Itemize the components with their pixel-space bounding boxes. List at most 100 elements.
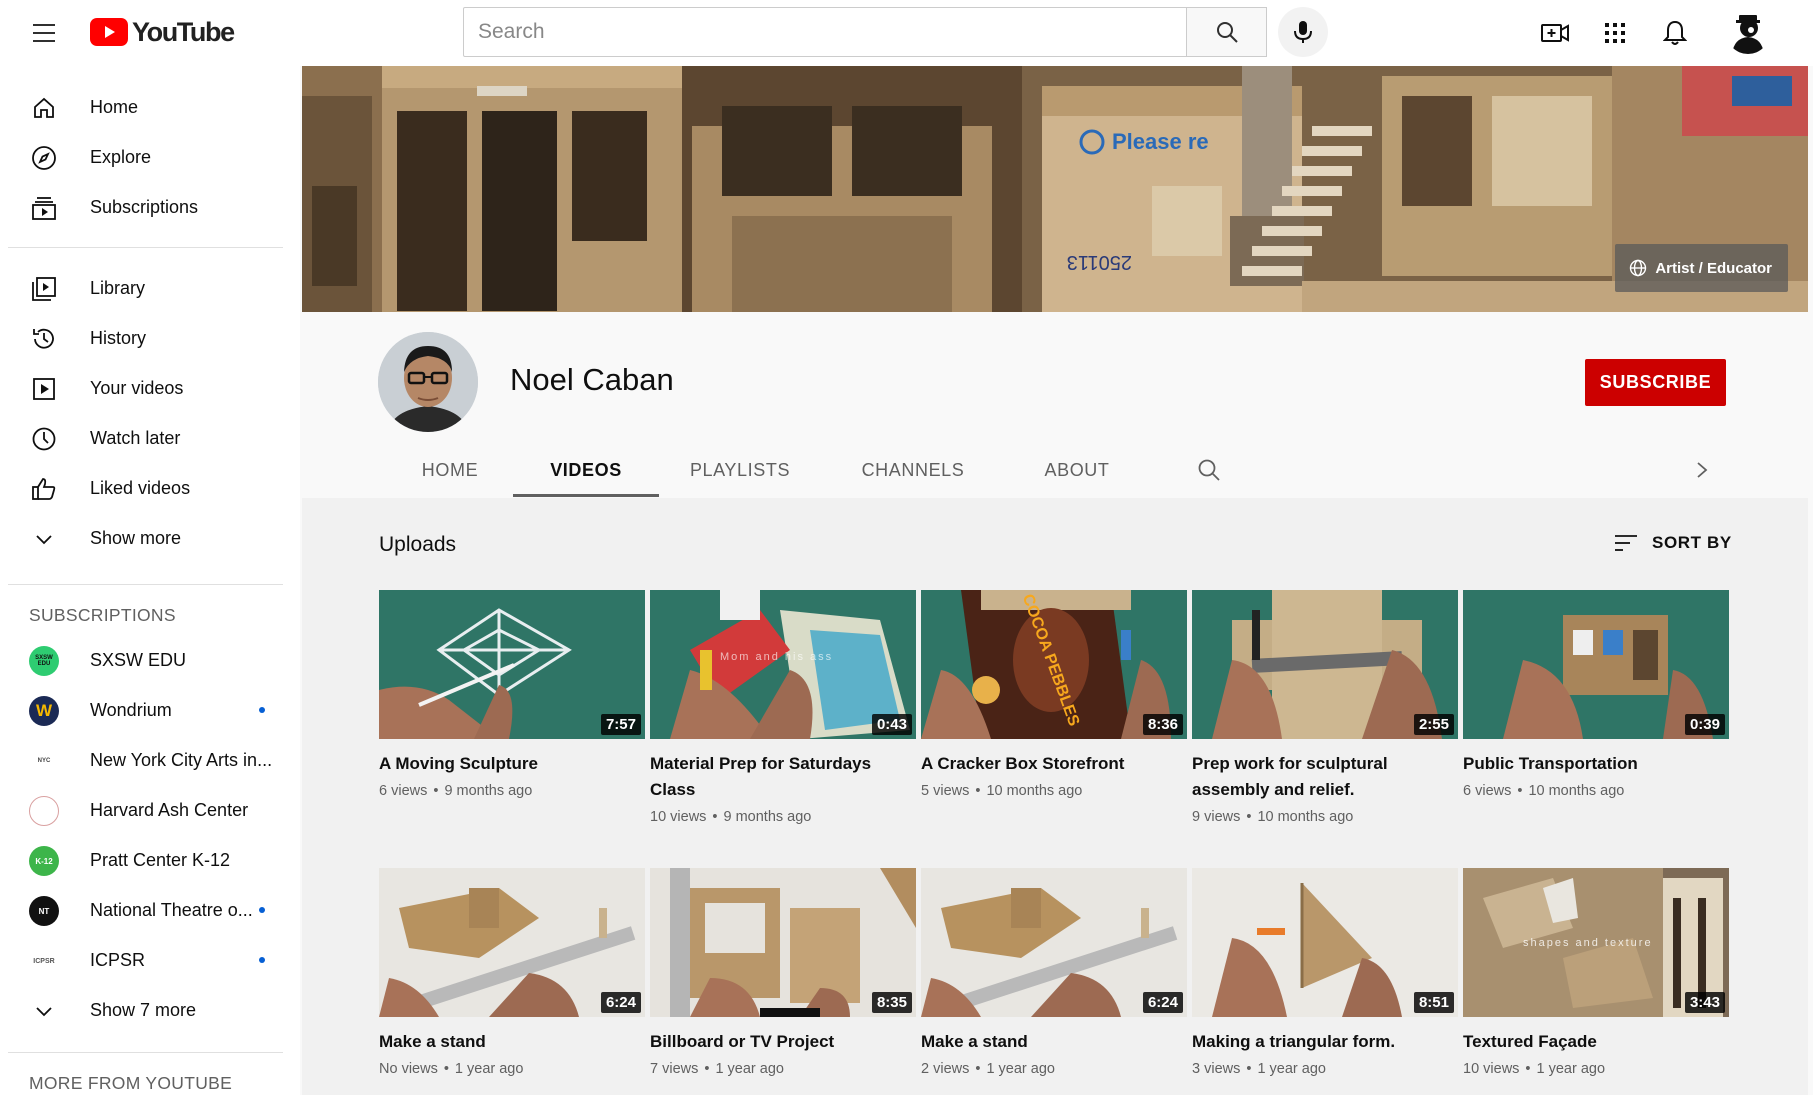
sidebar-item-your-videos[interactable]: Your videos (0, 363, 300, 413)
video-views: 6 views (1463, 783, 1512, 799)
uploads-heading[interactable]: Uploads (379, 533, 456, 557)
top-bar: YouTube (0, 0, 1813, 66)
sidebar-item-label: Home (90, 96, 139, 117)
youtube-logo[interactable]: YouTube (90, 16, 235, 48)
video-thumbnail[interactable]: 0:39 (1463, 590, 1729, 739)
tabs-scroll-right-button[interactable] (1685, 453, 1719, 487)
subscription-item[interactable]: Harvard Ash Center (0, 785, 300, 835)
video-thumbnail[interactable]: Mom and his ass 0:43 (650, 590, 916, 739)
sidebar-item-subscriptions[interactable]: Subscriptions (0, 182, 300, 232)
video-views: 2 views (921, 1061, 970, 1077)
channel-search-button[interactable] (1193, 454, 1225, 486)
chevron-down-icon (30, 525, 58, 553)
tab-videos[interactable]: VIDEOS (513, 444, 659, 496)
video-thumbnail[interactable]: COCOA PEBBLES 8:36 (921, 590, 1187, 739)
video-title[interactable]: Textured Façade (1463, 1029, 1713, 1055)
sidebar-item-library[interactable]: Library (0, 263, 300, 313)
sidebar-item-label: Your videos (90, 377, 184, 398)
video-card[interactable]: 6:24 Make a stand 2 views • 1 year ago (921, 868, 1187, 1077)
video-meta: 6 views • 9 months ago (379, 783, 533, 799)
sidebar-item-home[interactable]: Home (0, 82, 300, 132)
search-button[interactable] (1187, 7, 1267, 57)
video-title[interactable]: A Cracker Box Storefront (921, 751, 1171, 777)
search-input[interactable] (464, 8, 1186, 56)
video-card[interactable]: 8:51 Making a triangular form. 3 views • 1… (1192, 868, 1458, 1077)
video-card[interactable]: COCOA PEBBLES 8:36 A Cracker Box Storefr… (921, 590, 1187, 799)
subscription-item[interactable]: K-12 Pratt Center K-12 (0, 835, 300, 885)
tab-about[interactable]: ABOUT (1012, 444, 1142, 496)
sidebar-item-label: Subscriptions (90, 196, 199, 217)
video-card[interactable]: 2:55 Prep work for sculptural assembly a… (1192, 590, 1458, 825)
video-title[interactable]: Public Transportation (1463, 751, 1713, 777)
video-meta: 2 views • 1 year ago (921, 1061, 1055, 1077)
chevron-right-icon (1697, 462, 1708, 478)
subscription-item[interactable]: NYC New York City Arts in... (0, 735, 300, 785)
notifications-button[interactable] (1655, 13, 1695, 53)
apps-button[interactable] (1595, 13, 1635, 53)
account-avatar[interactable] (1726, 10, 1770, 54)
tab-channels[interactable]: CHANNELS (838, 444, 988, 496)
video-title[interactable]: Billboard or TV Project (650, 1029, 900, 1055)
home-icon (30, 94, 58, 122)
video-card[interactable]: Mom and his ass 0:43 Material Prep for S… (650, 590, 916, 825)
video-age: 9 months ago (723, 809, 812, 825)
subscribe-button[interactable]: SUBSCRIBE (1585, 359, 1726, 406)
channel-link-badge[interactable]: Artist / Educator (1615, 244, 1788, 292)
sidebar-item-watch-later[interactable]: Watch later (0, 413, 300, 463)
video-title[interactable]: Material Prep for Saturdays Class (650, 751, 900, 803)
video-thumbnail[interactable]: 8:51 (1192, 868, 1458, 1017)
video-thumbnail[interactable]: 7:57 (379, 590, 645, 739)
video-duration: 7:57 (600, 714, 641, 735)
video-title[interactable]: Make a stand (379, 1029, 629, 1055)
channel-avatar[interactable] (378, 332, 478, 432)
hamburger-menu-icon[interactable] (26, 15, 62, 51)
channel-avatar (29, 796, 59, 826)
video-thumbnail[interactable]: 6:24 (379, 868, 645, 1017)
sidebar-item-explore[interactable]: Explore (0, 132, 300, 182)
sidebar-item-label: Show more (90, 527, 182, 548)
sidebar-divider (8, 247, 283, 248)
active-tab-indicator (513, 494, 659, 497)
video-thumbnail[interactable]: 2:55 (1192, 590, 1458, 739)
microphone-icon (1294, 21, 1312, 43)
subscription-item[interactable]: W Wondrium (0, 685, 300, 735)
voice-search-button[interactable] (1278, 7, 1328, 57)
create-video-button[interactable] (1535, 13, 1575, 53)
video-card[interactable]: 6:24 Make a stand No views • 1 year ago (379, 868, 645, 1077)
video-meta: 3 views • 1 year ago (1192, 1061, 1326, 1077)
video-thumbnail[interactable]: 8:35 (650, 868, 916, 1017)
video-title[interactable]: Make a stand (921, 1029, 1171, 1055)
subscription-item[interactable]: NT National Theatre o... (0, 885, 300, 935)
tab-home[interactable]: HOME (378, 444, 522, 496)
video-title[interactable]: Making a triangular form. (1192, 1029, 1442, 1055)
video-card[interactable]: shapes and texture 3:43 Textured Façade … (1463, 868, 1729, 1077)
sidebar-item-history[interactable]: History (0, 313, 300, 363)
channel-avatar: NT (29, 896, 59, 926)
video-card[interactable]: 0:39 Public Transportation 6 views • 10 mo… (1463, 590, 1729, 799)
video-thumbnail[interactable]: 6:24 (921, 868, 1187, 1017)
video-duration: 3:43 (1684, 992, 1725, 1013)
subscription-item[interactable]: ICPSR ICPSR (0, 935, 300, 985)
subscriptions-show-more[interactable]: Show 7 more (0, 985, 300, 1035)
video-title[interactable]: Prep work for sculptural assembly and re… (1192, 751, 1442, 803)
channel-avatar: SXSW EDU (29, 646, 59, 676)
video-card[interactable]: 7:57 A Moving Sculpture 6 views • 9 months… (379, 590, 645, 799)
library-icon (30, 275, 58, 303)
video-views: 9 views (1192, 809, 1241, 825)
thumbnail-caption: Mom and his ass (720, 651, 833, 663)
video-title[interactable]: A Moving Sculpture (379, 751, 629, 777)
tab-playlists[interactable]: PLAYLISTS (667, 444, 813, 496)
video-duration: 6:24 (1142, 992, 1183, 1013)
sidebar-item-label: Show 7 more (90, 999, 197, 1020)
sort-by-button[interactable]: SORT BY (1614, 528, 1732, 558)
subscription-label: National Theatre o... (90, 899, 253, 920)
video-card[interactable]: 8:35 Billboard or TV Project 7 views • 1 y… (650, 868, 916, 1077)
search-icon (1216, 22, 1238, 43)
sidebar-item-liked-videos[interactable]: Liked videos (0, 463, 300, 513)
sidebar-show-more[interactable]: Show more (0, 513, 300, 563)
channel-header: Noel Caban SUBSCRIBE HOME VIDEOS PLAYLIS… (302, 312, 1808, 498)
video-views: 6 views (379, 783, 428, 799)
video-thumbnail[interactable]: shapes and texture 3:43 (1463, 868, 1729, 1017)
video-meta: 9 views • 10 months ago (1192, 809, 1354, 825)
subscription-item[interactable]: SXSW EDU SXSW EDU (0, 635, 300, 685)
